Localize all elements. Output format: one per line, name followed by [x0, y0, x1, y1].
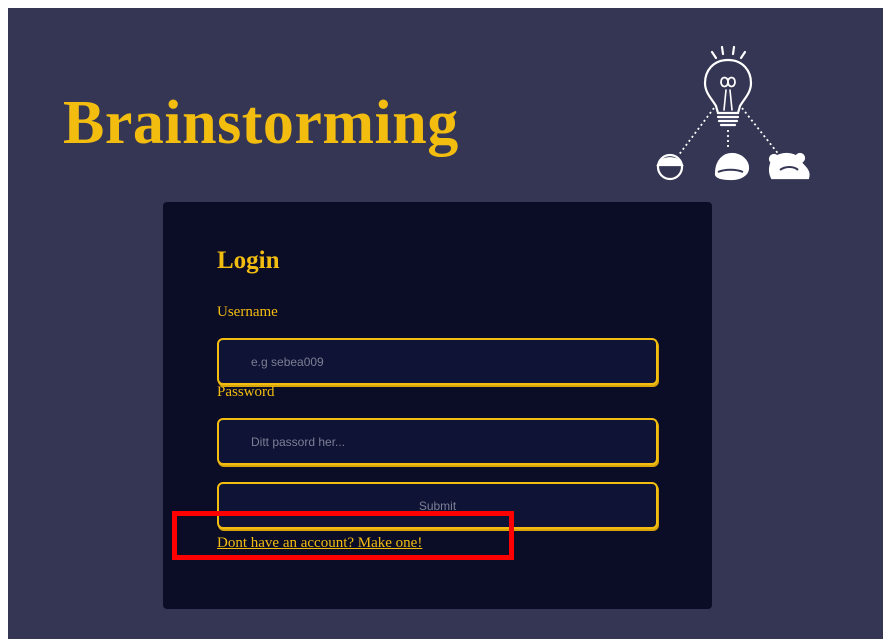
password-label: Password [217, 384, 275, 400]
username-input[interactable] [217, 338, 658, 385]
highlight-annotation-box [172, 511, 514, 560]
password-input[interactable] [217, 418, 658, 465]
app-title: Brainstorming [63, 89, 459, 157]
username-label: Username [217, 304, 278, 320]
login-heading: Login [217, 247, 280, 274]
lightbulb-people-icon [656, 45, 810, 181]
